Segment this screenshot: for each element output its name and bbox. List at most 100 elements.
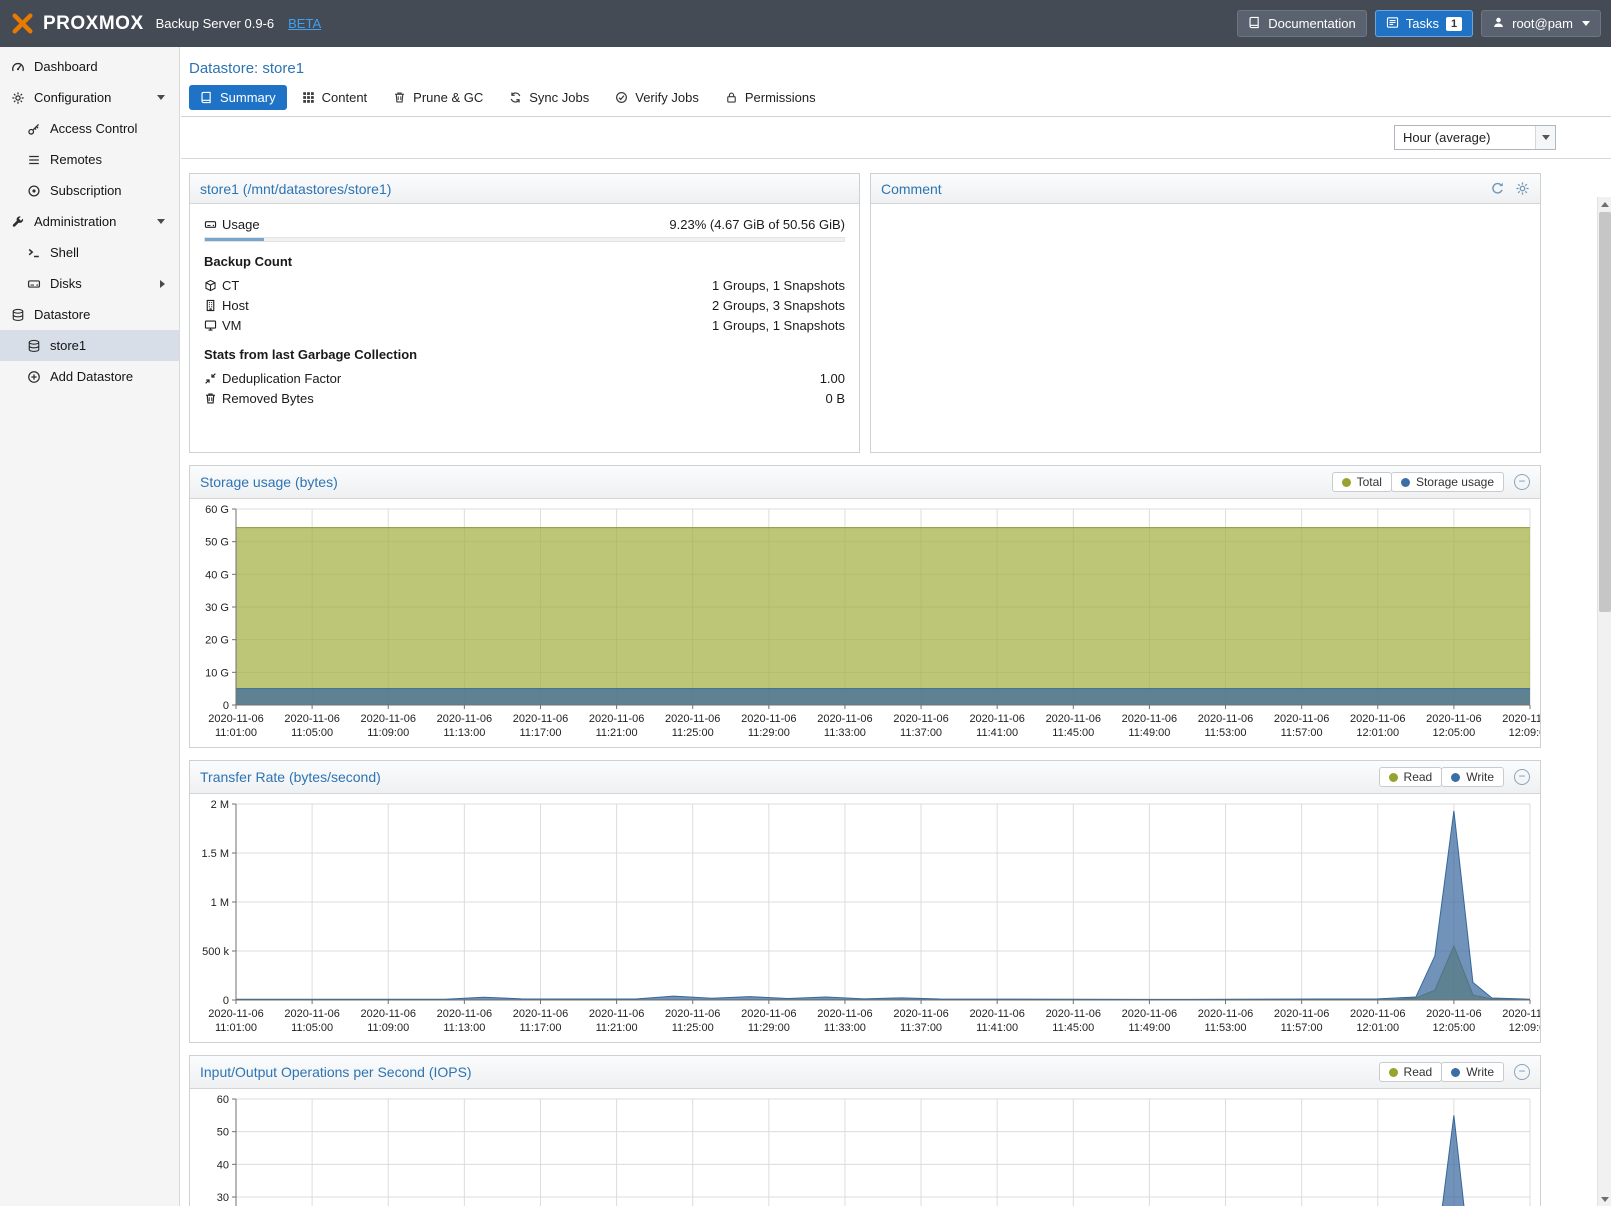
sidebar-item-access-control[interactable]: Access Control	[0, 113, 179, 144]
chevron-down-icon[interactable]	[157, 219, 165, 224]
gear-icon[interactable]	[1515, 181, 1530, 196]
tab-verify-jobs[interactable]: Verify Jobs	[604, 85, 710, 110]
legend-write[interactable]: Write	[1441, 1062, 1504, 1082]
tab-summary[interactable]: Summary	[189, 85, 287, 110]
wrench-icon	[10, 215, 26, 229]
sync-icon	[509, 91, 522, 104]
sidebar-item-label: Datastore	[34, 307, 90, 322]
user-menu-button[interactable]: root@pam	[1481, 10, 1601, 37]
refresh-icon[interactable]	[1490, 181, 1505, 196]
sidebar-item-store1[interactable]: store1	[0, 330, 179, 361]
panel-title: Comment	[881, 181, 942, 197]
svg-text:2020-11-06: 2020-11-06	[589, 713, 644, 725]
svg-text:10 G: 10 G	[205, 667, 229, 679]
legend-color-dot	[1401, 478, 1410, 487]
svg-text:11:17:00: 11:17:00	[519, 1022, 561, 1034]
tab-prune-gc[interactable]: Prune & GC	[382, 85, 494, 110]
svg-text:11:09:00: 11:09:00	[367, 1022, 409, 1034]
sidebar-item-dashboard[interactable]: Dashboard	[0, 51, 179, 82]
comment-body[interactable]	[871, 204, 1540, 452]
sidebar-item-datastore[interactable]: Datastore	[0, 299, 179, 330]
sidebar-item-shell[interactable]: Shell	[0, 237, 179, 268]
datastore-summary-panel: store1 (/mnt/datastores/store1) Usage 9.…	[189, 173, 860, 453]
header-actions: Documentation Tasks 1 root@pam	[1237, 10, 1601, 37]
tasks-button[interactable]: Tasks 1	[1375, 10, 1473, 37]
svg-text:11:25:00: 11:25:00	[672, 727, 714, 739]
sidebar-item-remotes[interactable]: Remotes	[0, 144, 179, 175]
svg-text:1.5 M: 1.5 M	[201, 848, 229, 860]
tab-bar: SummaryContentPrune & GC Sync Jobs Verify …	[181, 85, 1611, 117]
svg-text:12:01:00: 12:01:00	[1356, 1022, 1399, 1034]
main-area: Datastore: store1 SummaryContentPrune & …	[181, 47, 1611, 1206]
chart-legend: ReadWrite	[1379, 767, 1504, 787]
svg-text:50 G: 50 G	[205, 537, 229, 549]
chevron-down-icon[interactable]	[157, 95, 165, 100]
collapse-panel-icon[interactable]	[1514, 1064, 1530, 1080]
tasks-icon	[1386, 16, 1399, 32]
trash-icon	[204, 392, 222, 405]
usage-label: Usage	[222, 217, 260, 232]
svg-text:11:33:00: 11:33:00	[824, 727, 866, 739]
svg-text:60: 60	[217, 1094, 229, 1106]
legend-read[interactable]: Read	[1379, 1062, 1443, 1082]
panel-title: Input/Output Operations per Second (IOPS…	[200, 1064, 472, 1080]
database-icon	[10, 308, 26, 322]
tab-sync-jobs[interactable]: Sync Jobs	[498, 85, 600, 110]
legend-label: Write	[1466, 1065, 1494, 1079]
sidebar-item-add-datastore[interactable]: Add Datastore	[0, 361, 179, 392]
scroll-down-icon[interactable]	[1598, 1192, 1611, 1206]
sidebar-item-subscription[interactable]: Subscription	[0, 175, 179, 206]
user-icon	[1492, 16, 1505, 32]
svg-text:40: 40	[217, 1159, 229, 1171]
scroll-up-icon[interactable]	[1598, 197, 1611, 211]
svg-text:2020-11-06: 2020-11-06	[969, 1008, 1024, 1020]
svg-text:0: 0	[223, 700, 229, 712]
beta-link[interactable]: BETA	[288, 16, 321, 31]
documentation-button[interactable]: Documentation	[1237, 10, 1366, 37]
legend-color-dot	[1342, 478, 1351, 487]
timeframe-select[interactable]: Hour (average)	[1394, 125, 1556, 150]
svg-text:11:33:00: 11:33:00	[824, 1022, 866, 1034]
database-icon	[26, 339, 42, 353]
chevron-right-icon[interactable]	[160, 280, 165, 288]
svg-text:2020-11-06: 2020-11-06	[1046, 1008, 1101, 1020]
legend-read[interactable]: Read	[1379, 767, 1443, 787]
row-label: Removed Bytes	[222, 391, 314, 406]
sidebar-item-administration[interactable]: Administration	[0, 206, 179, 237]
svg-text:2020-11-06: 2020-11-06	[1502, 1008, 1540, 1020]
sidebar-item-configuration[interactable]: Configuration	[0, 82, 179, 113]
transfer-rate-chart: 0500 k1 M1.5 M2 M2020-11-0611:01:002020-…	[190, 794, 1540, 1042]
combo-trigger[interactable]	[1535, 126, 1555, 149]
gc-stat-row-deduplication-factor: Deduplication Factor1.00	[204, 368, 845, 388]
svg-text:11:57:00: 11:57:00	[1281, 1022, 1323, 1034]
legend-write[interactable]: Write	[1441, 767, 1504, 787]
ticket-icon	[26, 184, 42, 198]
scrollbar-thumb[interactable]	[1599, 212, 1611, 612]
sidebar-item-label: Administration	[34, 214, 116, 229]
svg-text:2020-11-06: 2020-11-06	[1122, 713, 1177, 725]
tab-label: Verify Jobs	[635, 90, 699, 105]
svg-text:11:45:00: 11:45:00	[1052, 1022, 1094, 1034]
svg-text:2020-11-06: 2020-11-06	[361, 1008, 416, 1020]
svg-text:2020-11-06: 2020-11-06	[1274, 1008, 1329, 1020]
svg-text:60 G: 60 G	[205, 504, 229, 516]
svg-text:12:05:00: 12:05:00	[1432, 727, 1475, 739]
svg-text:2020-11-06: 2020-11-06	[893, 1008, 948, 1020]
legend-total[interactable]: Total	[1332, 472, 1392, 492]
svg-text:12:09:00: 12:09:00	[1509, 727, 1540, 739]
svg-text:11:29:00: 11:29:00	[748, 727, 790, 739]
legend-storage-usage[interactable]: Storage usage	[1391, 472, 1504, 492]
collapse-panel-icon[interactable]	[1514, 769, 1530, 785]
svg-text:2020-11-06: 2020-11-06	[741, 1008, 796, 1020]
sidebar-item-disks[interactable]: Disks	[0, 268, 179, 299]
row-value: 1 Groups, 1 Snapshots	[712, 318, 845, 333]
collapse-panel-icon[interactable]	[1514, 474, 1530, 490]
usage-progress-bar	[204, 237, 845, 242]
vertical-scrollbar[interactable]	[1597, 197, 1611, 1206]
svg-text:2020-11-06: 2020-11-06	[284, 1008, 339, 1020]
tab-label: Sync Jobs	[529, 90, 589, 105]
brand: PROXMOX Backup Server 0.9-6 BETA	[10, 11, 321, 36]
tab-content[interactable]: Content	[291, 85, 379, 110]
svg-text:30 G: 30 G	[205, 602, 229, 614]
tab-permissions[interactable]: Permissions	[714, 85, 827, 110]
